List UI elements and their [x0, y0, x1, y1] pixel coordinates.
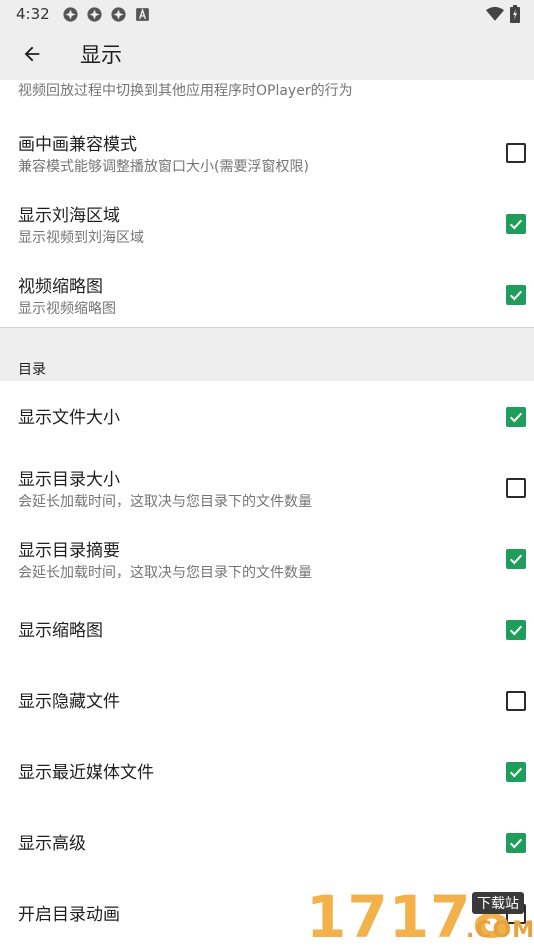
setting-title: 显示高级 [18, 834, 86, 854]
page-title: 显示 [80, 43, 122, 67]
setting-summary: 显示视频到刘海区域 [18, 230, 144, 246]
app-notification-icon [87, 6, 102, 22]
status-time: 4:32 [16, 5, 50, 23]
setting-show-hidden-files[interactable]: 显示隐藏文件 [0, 664, 534, 735]
check-icon [509, 290, 523, 301]
setting-title: 显示目录摘要 [18, 541, 120, 561]
checkbox[interactable] [506, 407, 526, 427]
setting-title: 开启目录动画 [18, 905, 120, 925]
setting-title: 显示隐藏文件 [18, 692, 120, 712]
checkbox[interactable] [506, 214, 526, 234]
checkbox[interactable] [506, 143, 526, 163]
partial-item-summary: 视频回放过程中切换到其他应用程序时OPlayer的行为 [18, 83, 353, 99]
setting-title: 显示刘海区域 [18, 206, 120, 226]
setting-title: 显示缩略图 [18, 621, 103, 641]
setting-title: 显示最近媒体文件 [18, 763, 154, 783]
checkbox[interactable] [506, 285, 526, 305]
status-notification-icons [62, 6, 151, 23]
checkbox[interactable] [506, 762, 526, 782]
setting-pip-compat-mode[interactable]: 画中画兼容模式 兼容模式能够调整播放窗口大小(需要浮窗权限) [0, 116, 534, 187]
setting-show-notch-area[interactable]: 显示刘海区域 显示视频到刘海区域 [0, 187, 534, 258]
app-bar: 显示 [0, 28, 534, 80]
setting-title: 显示文件大小 [18, 408, 120, 428]
arrow-back-icon [24, 46, 40, 62]
a-badge-icon [135, 7, 149, 21]
status-system-icons [486, 5, 520, 23]
check-icon [509, 767, 523, 778]
category-title: 目录 [18, 362, 46, 378]
setting-summary: 显示视频缩略图 [18, 301, 116, 317]
check-icon [509, 625, 523, 636]
watermark-logo: 17178 下载站 .COM [306, 884, 534, 950]
status-bar: 4:32 [0, 0, 534, 28]
setting-show-dir-summary[interactable]: 显示目录摘要 会延长加载时间，这取决与您目录下的文件数量 [0, 522, 534, 593]
setting-show-thumbnail[interactable]: 显示缩略图 [0, 593, 534, 664]
setting-summary: 会延长加载时间，这取决与您目录下的文件数量 [18, 565, 312, 581]
wifi-icon [486, 6, 504, 21]
checkbox[interactable] [506, 691, 526, 711]
setting-show-dir-size[interactable]: 显示目录大小 会延长加载时间，这取决与您目录下的文件数量 [0, 451, 534, 522]
setting-video-thumbnail[interactable]: 视频缩略图 显示视频缩略图 [0, 258, 534, 329]
setting-title: 视频缩略图 [18, 277, 103, 297]
checkbox[interactable] [506, 549, 526, 569]
back-button[interactable] [16, 38, 48, 70]
checkbox[interactable] [506, 620, 526, 640]
app-notification-icon [63, 6, 78, 22]
check-icon [509, 412, 523, 423]
setting-title: 显示目录大小 [18, 470, 120, 490]
watermark-com: .COM [466, 918, 534, 943]
watermark-sub: 下载站 [472, 892, 524, 914]
check-icon [509, 554, 523, 565]
checkbox[interactable] [506, 478, 526, 498]
check-icon [509, 838, 523, 849]
checkbox[interactable] [506, 833, 526, 853]
setting-show-recent-media[interactable]: 显示最近媒体文件 [0, 735, 534, 806]
setting-title: 画中画兼容模式 [18, 135, 137, 155]
battery-icon [510, 5, 520, 23]
setting-show-file-size[interactable]: 显示文件大小 [0, 380, 534, 451]
settings-list[interactable]: 视频回放过程中切换到其他应用程序时OPlayer的行为 画中画兼容模式 兼容模式… [0, 80, 534, 950]
setting-show-advanced[interactable]: 显示高级 [0, 806, 534, 877]
check-icon [509, 219, 523, 230]
setting-summary: 会延长加载时间，这取决与您目录下的文件数量 [18, 494, 312, 510]
category-directory: 目录 [0, 327, 534, 381]
app-notification-icon [111, 6, 126, 22]
setting-summary: 兼容模式能够调整播放窗口大小(需要浮窗权限) [18, 159, 309, 175]
